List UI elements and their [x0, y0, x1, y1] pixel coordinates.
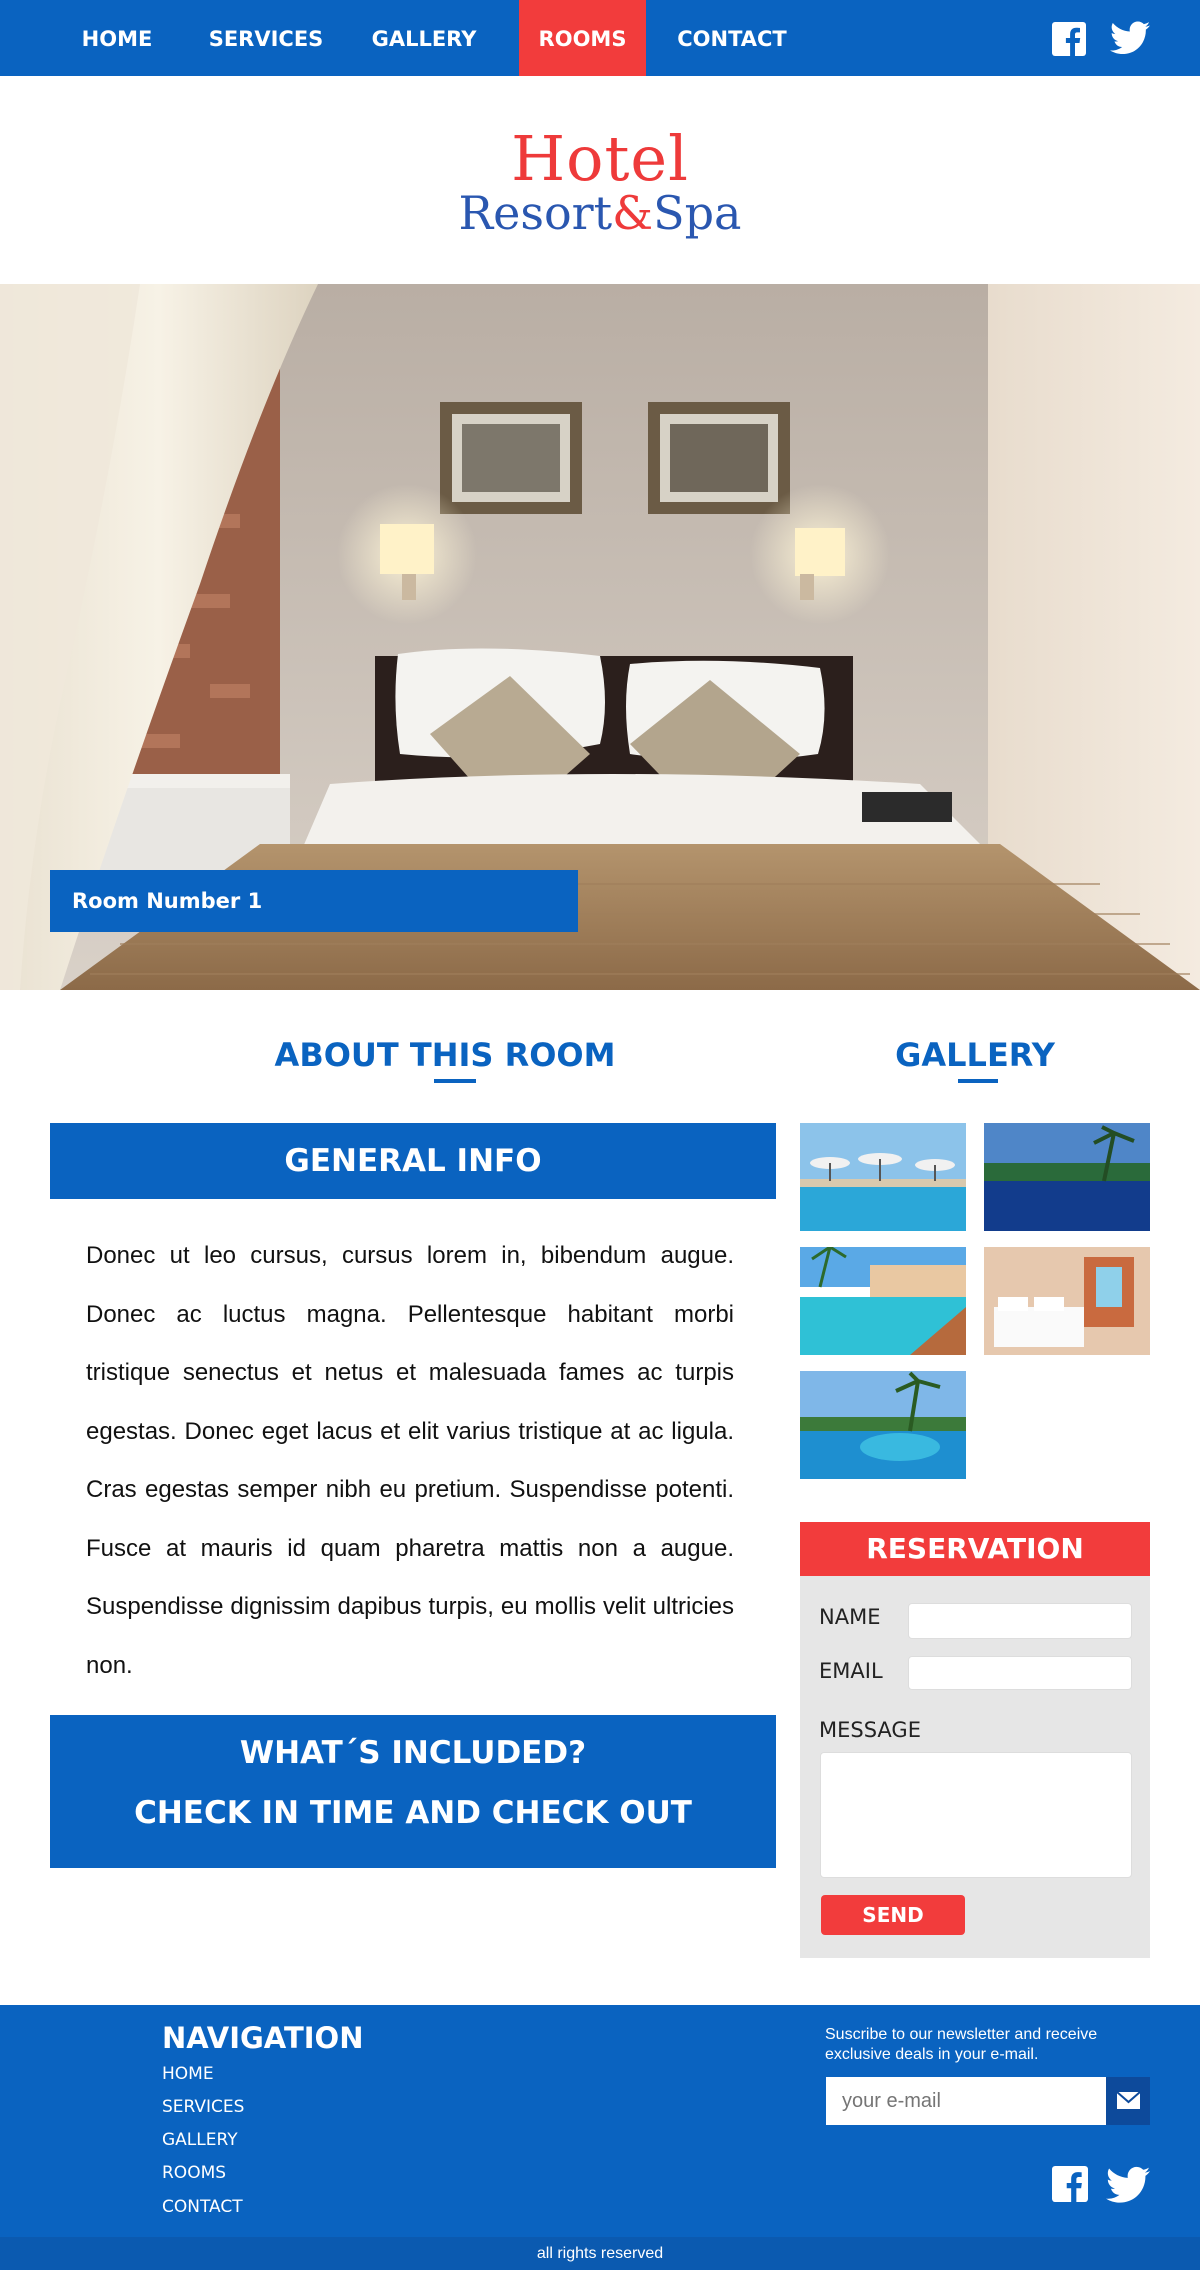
newsletter-email-input[interactable] — [826, 2077, 1106, 2125]
logo-spa: Spa — [653, 186, 742, 240]
gallery-thumb-palm-pool[interactable] — [800, 1371, 966, 1479]
footer-link-gallery[interactable]: GALLERY — [162, 2130, 238, 2150]
message-field[interactable] — [820, 1752, 1132, 1878]
hotel-logo[interactable]: Hotel Resort&Spa — [0, 76, 1200, 284]
hero-room-photo: Room Number 1 — [0, 284, 1200, 990]
gallery-heading: GALLERY — [895, 1036, 1055, 1074]
about-heading-underline — [434, 1079, 476, 1083]
nav-item-services[interactable]: SERVICES — [200, 0, 332, 76]
email-field[interactable] — [908, 1656, 1132, 1690]
gallery-thumb-infinity-pool[interactable] — [984, 1123, 1150, 1231]
footer-link-contact[interactable]: CONTACT — [162, 2197, 243, 2217]
nav-item-rooms[interactable]: ROOMS — [519, 0, 646, 76]
email-label: EMAIL — [819, 1659, 883, 1683]
footer-nav-title: NAVIGATION — [162, 2021, 364, 2055]
reservation-heading: RESERVATION — [800, 1522, 1150, 1576]
copyright-bar: all rights reserved — [0, 2237, 1200, 2270]
gallery-thumb-hotel-bedroom[interactable] — [984, 1247, 1150, 1355]
logo-ampersand: & — [612, 186, 654, 240]
logo-hotel-text: Hotel — [511, 122, 689, 195]
gallery-thumb-pool-umbrellas[interactable] — [800, 1123, 966, 1231]
footer-link-services[interactable]: SERVICES — [162, 2097, 244, 2117]
nav-item-home[interactable]: HOME — [66, 0, 168, 76]
logo-resort: Resort — [458, 186, 613, 240]
send-button[interactable]: SEND — [821, 1895, 965, 1935]
logo-resort-spa-text: Resort&Spa — [0, 188, 1200, 238]
envelope-icon — [1116, 2091, 1141, 2109]
whats-included-bar: WHAT´S INCLUDED? CHECK IN TIME AND CHECK… — [50, 1715, 776, 1868]
name-label: NAME — [819, 1605, 881, 1629]
footer-facebook-icon[interactable] — [1052, 2166, 1088, 2202]
nav-item-contact[interactable]: CONTACT — [672, 0, 792, 76]
about-heading: ABOUT THIS ROOM — [274, 1036, 616, 1074]
gallery-thumb-resort-pool[interactable] — [800, 1247, 966, 1355]
footer-link-rooms[interactable]: ROOMS — [162, 2163, 226, 2183]
room-description: Donec ut leo cursus, cursus lorem in, bi… — [86, 1242, 734, 1679]
footer-twitter-icon[interactable] — [1106, 2166, 1150, 2204]
footer: NAVIGATION HOME SERVICES GALLERY ROOMS C… — [0, 2005, 1200, 2237]
gallery-heading-underline — [958, 1079, 998, 1083]
twitter-icon[interactable] — [1110, 20, 1150, 56]
nav-item-gallery[interactable]: GALLERY — [364, 0, 484, 76]
message-label: MESSAGE — [819, 1718, 921, 1742]
top-nav: HOME SERVICES GALLERY ROOMS CONTACT — [0, 0, 1200, 76]
name-field[interactable] — [908, 1603, 1132, 1639]
footer-link-home[interactable]: HOME — [162, 2064, 214, 2084]
newsletter-text: Suscribe to our newsletter and receive e… — [825, 2026, 1098, 2063]
check-in-out-title: CHECK IN TIME AND CHECK OUT — [134, 1795, 692, 1831]
facebook-icon[interactable] — [1052, 22, 1086, 56]
room-number-label: Room Number 1 — [50, 870, 578, 932]
general-info-bar: GENERAL INFO — [50, 1123, 776, 1199]
newsletter-submit-button[interactable] — [1106, 2077, 1150, 2125]
whats-included-title: WHAT´S INCLUDED? — [239, 1735, 587, 1771]
